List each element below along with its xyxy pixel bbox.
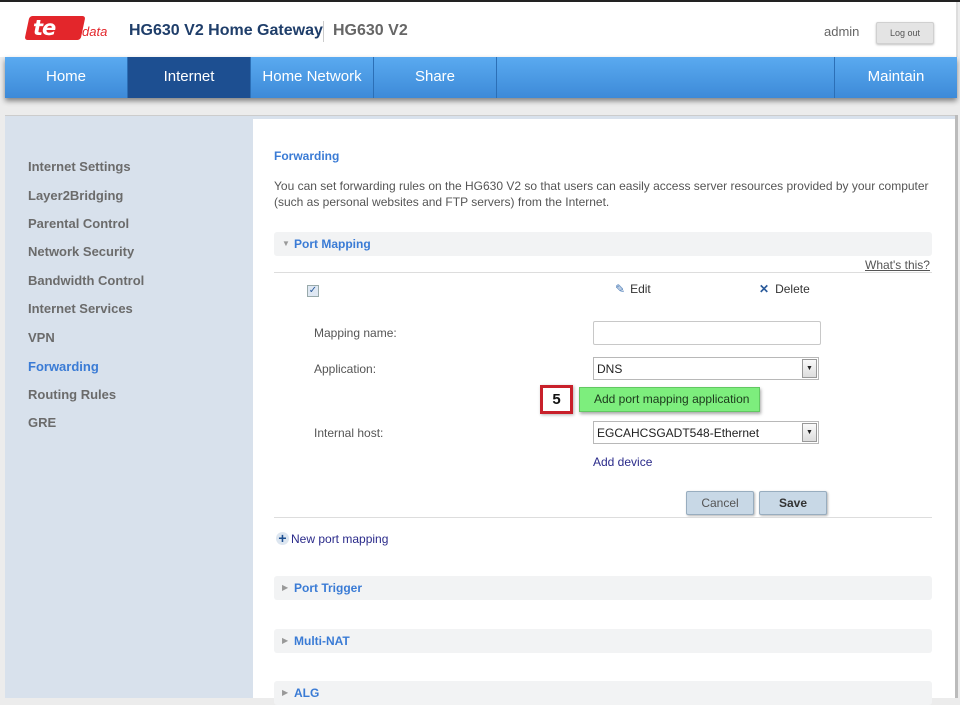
- app-title: HG630 V2 Home Gateway: [129, 22, 323, 39]
- internal-host-select[interactable]: EGCAHCSGADT548-Ethernet ▼: [593, 421, 819, 444]
- collapsed-icon: ▶: [282, 688, 289, 697]
- section-label: Multi-NAT: [294, 634, 350, 648]
- page-title: Forwarding: [274, 149, 340, 163]
- divider: [274, 517, 932, 518]
- sidebar-item-forwarding[interactable]: Forwarding: [28, 359, 99, 374]
- logo-mark: te: [33, 16, 56, 40]
- check-icon: ✓: [308, 285, 318, 296]
- new-port-mapping-link[interactable]: + New port mapping: [276, 531, 389, 546]
- edit-label: Edit: [630, 282, 651, 296]
- collapsed-icon: ▶: [282, 583, 289, 592]
- delete-button[interactable]: ✕ Delete: [759, 282, 810, 296]
- logo-subtext: data: [82, 24, 108, 39]
- edit-icon: ✎: [615, 282, 626, 296]
- sidebar-item-layer2bridging[interactable]: Layer2Bridging: [28, 188, 123, 203]
- device-model: HG630 V2: [333, 22, 408, 39]
- cancel-button[interactable]: Cancel: [686, 491, 754, 515]
- main-nav: Home Internet Home Network Share Maintai…: [5, 57, 957, 98]
- whats-this-link[interactable]: What's this?: [865, 258, 930, 272]
- application-label: Application:: [314, 362, 377, 376]
- sidebar-item-gre[interactable]: GRE: [28, 415, 56, 430]
- new-port-mapping-label: New port mapping: [291, 532, 389, 546]
- sidebar-item-bandwidth-control[interactable]: Bandwidth Control: [28, 273, 144, 288]
- main-content: Forwarding You can set forwarding rules …: [253, 119, 955, 705]
- internal-host-value: EGCAHCSGADT548-Ethernet: [597, 426, 760, 440]
- mapping-name-input[interactable]: [593, 321, 821, 345]
- edit-button[interactable]: ✎ Edit: [615, 282, 651, 296]
- nav-share[interactable]: Share: [374, 57, 497, 98]
- sidebar-item-routing-rules[interactable]: Routing Rules: [28, 387, 116, 402]
- mapping-name-label: Mapping name:: [314, 326, 397, 340]
- section-multi-nat[interactable]: ▶ Multi-NAT: [274, 629, 932, 653]
- logout-button[interactable]: Log out: [876, 22, 934, 44]
- title-divider: [323, 21, 324, 42]
- sidebar-item-parental-control[interactable]: Parental Control: [28, 216, 129, 231]
- sidebar-item-internet-services[interactable]: Internet Services: [28, 301, 133, 316]
- nav-maintain[interactable]: Maintain: [834, 57, 957, 98]
- expanded-icon: ▼: [282, 239, 290, 248]
- close-icon: ✕: [759, 282, 770, 296]
- plus-icon: +: [276, 531, 289, 545]
- chevron-down-icon[interactable]: ▼: [802, 423, 817, 442]
- row-checkbox[interactable]: ✓: [307, 285, 319, 297]
- add-port-mapping-application-button[interactable]: Add port mapping application: [579, 387, 760, 412]
- add-device-link[interactable]: Add device: [593, 455, 652, 469]
- sidebar-item-network-security[interactable]: Network Security: [28, 244, 134, 259]
- nav-home-network[interactable]: Home Network: [251, 57, 374, 98]
- scrollbar[interactable]: [955, 115, 958, 698]
- section-port-mapping[interactable]: ▼ Port Mapping: [274, 232, 932, 256]
- username: admin: [824, 24, 860, 39]
- page-description: You can set forwarding rules on the HG63…: [274, 179, 929, 209]
- nav-internet[interactable]: Internet: [128, 57, 251, 98]
- chevron-down-icon[interactable]: ▼: [802, 359, 817, 378]
- sidebar-item-vpn[interactable]: VPN: [28, 330, 55, 345]
- section-alg[interactable]: ▶ ALG: [274, 681, 932, 705]
- section-label: Port Trigger: [294, 581, 363, 595]
- collapsed-icon: ▶: [282, 636, 289, 645]
- nav-home[interactable]: Home: [5, 57, 128, 98]
- header: te data HG630 V2 Home Gateway HG630 V2 a…: [0, 2, 958, 57]
- section-port-trigger[interactable]: ▶ Port Trigger: [274, 576, 932, 600]
- sidebar-item-internet-settings[interactable]: Internet Settings: [28, 159, 131, 174]
- application-select[interactable]: DNS ▼: [593, 357, 819, 380]
- divider: [274, 272, 932, 273]
- brand-logo: te data: [24, 16, 109, 42]
- application-value: DNS: [597, 362, 623, 376]
- section-label: Port Mapping: [294, 237, 371, 251]
- save-button[interactable]: Save: [759, 491, 827, 515]
- delete-label: Delete: [775, 282, 810, 296]
- step-number-badge: 5: [540, 385, 573, 414]
- internal-host-label: Internal host:: [314, 426, 384, 440]
